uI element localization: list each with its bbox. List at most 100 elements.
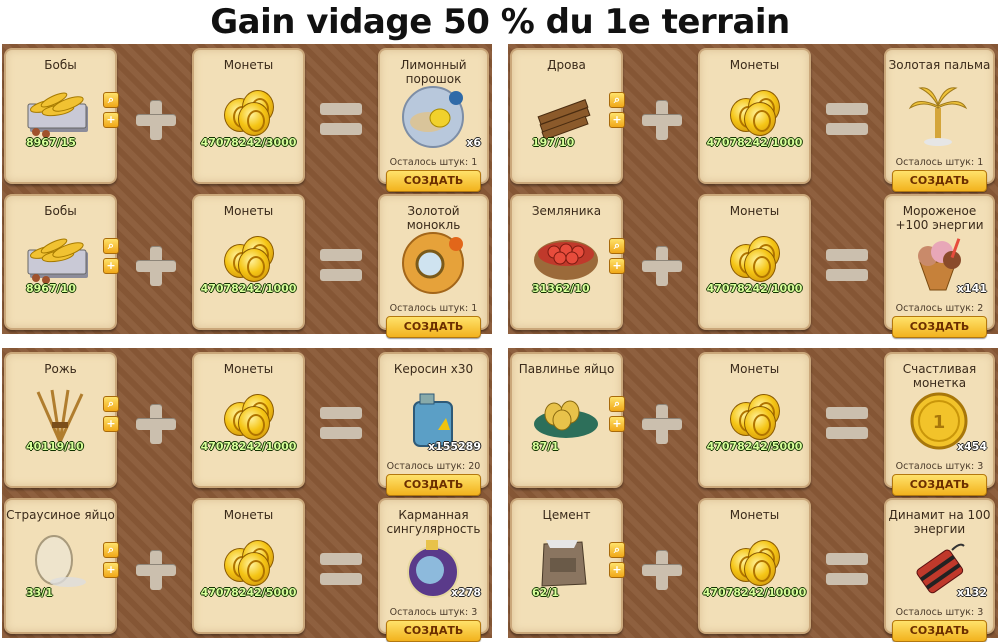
remaining-label: Осталось штук: 1 [389, 157, 478, 168]
remaining-label: Осталось штук: 2 [895, 303, 984, 314]
recipe-row: Цемент 62/1 ⌕ + Монеты 47078242/10000 Ди… [508, 498, 998, 642]
create-button[interactable]: СОЗДАТЬ [892, 316, 987, 338]
coins-count: 47078242/1000 [706, 282, 803, 295]
recipe-row: Рожь 40119/10 ⌕ + Монеты 47078242/1000 К… [2, 352, 492, 496]
search-icon[interactable]: ⌕ [609, 238, 625, 254]
equals-icon [320, 103, 362, 137]
coins-card: Монеты 47078242/1000 [698, 194, 811, 330]
recipe-panel: Бобы 8967/15 ⌕ + Монеты 47078242/3000 Ли… [2, 44, 492, 338]
ingredient-card[interactable]: Цемент 62/1 ⌕ + [510, 498, 625, 634]
ingredient-name: Дрова [547, 58, 586, 72]
result-card: Карманная сингулярность x278 Осталось шт… [378, 498, 489, 642]
plus-icon [640, 402, 684, 446]
result-card: Золотой монокль Осталось штук: 1 СОЗДАТЬ [378, 194, 489, 338]
result-qty: x132 [956, 586, 987, 599]
equals-icon [826, 553, 868, 587]
create-button[interactable]: СОЗДАТЬ [892, 170, 987, 192]
plus-icon [640, 548, 684, 592]
coins-count: 47078242/3000 [200, 136, 297, 149]
equals-icon [826, 407, 868, 441]
result-card: Лимонный порошок x6 Осталось штук: 1 СОЗ… [378, 48, 489, 192]
create-button[interactable]: СОЗДАТЬ [386, 316, 481, 338]
equals-icon [826, 249, 868, 283]
ingredient-card[interactable]: Страусиное яйцо 33/1 ⌕ + [4, 498, 119, 634]
remaining-label: Осталось штук: 3 [895, 607, 984, 618]
coins-card: Монеты 47078242/10000 [698, 498, 811, 634]
result-name: Карманная сингулярность [386, 508, 481, 536]
search-icon[interactable]: ⌕ [609, 92, 625, 108]
coins-card: Монеты 47078242/5000 [698, 352, 811, 488]
ostrich-egg-icon [35, 535, 86, 587]
result-qty: x454 [956, 440, 987, 453]
result-card: Золотая пальма Осталось штук: 1 СОЗДАТЬ [884, 48, 995, 192]
add-icon[interactable]: + [103, 416, 119, 432]
ingredient-card[interactable]: Дрова 197/10 ⌕ + [510, 48, 625, 184]
result-card: Счастливая монетка 1 x454 Осталось штук:… [884, 352, 995, 496]
ingredient-count: 31362/10 [532, 282, 590, 295]
coins-count: 47078242/5000 [200, 586, 297, 599]
rye-icon [36, 389, 84, 443]
add-icon[interactable]: + [609, 416, 625, 432]
ingredient-count: 87/1 [532, 440, 559, 453]
coins-card: Монеты 47078242/1000 [192, 352, 305, 488]
result-name: Керосин x30 [393, 362, 474, 376]
ingredient-count: 40119/10 [26, 440, 84, 453]
create-button[interactable]: СОЗДАТЬ [386, 170, 481, 192]
ingredient-card[interactable]: Бобы 8967/15 ⌕ + [4, 48, 119, 184]
ingredient-name: Земляника [531, 204, 602, 218]
add-icon[interactable]: + [103, 112, 119, 128]
coins-name: Монеты [729, 508, 780, 522]
search-icon[interactable]: ⌕ [103, 396, 119, 412]
coins-name: Монеты [729, 362, 780, 376]
coins-icon [730, 90, 780, 136]
ingredient-card[interactable]: Рожь 40119/10 ⌕ + [4, 352, 119, 488]
ingredient-count: 62/1 [532, 586, 559, 599]
add-icon[interactable]: + [103, 562, 119, 578]
recipe-panel: Рожь 40119/10 ⌕ + Монеты 47078242/1000 К… [2, 348, 492, 642]
remaining-label: Осталось штук: 3 [389, 607, 478, 618]
cement-bag-icon [541, 540, 587, 587]
coins-icon [224, 236, 274, 282]
add-icon[interactable]: + [609, 112, 625, 128]
plus-icon [640, 244, 684, 288]
ingredient-card[interactable]: Павлинье яйцо 87/1 ⌕ + [510, 352, 625, 488]
recipe-panel: Дрова 197/10 ⌕ + Монеты 47078242/1000 Зо… [508, 44, 998, 338]
result-qty: x278 [450, 586, 481, 599]
result-name: Золотая пальма [888, 58, 991, 72]
ingredient-name: Рожь [44, 362, 77, 376]
plus-icon [134, 244, 178, 288]
coins-icon [730, 236, 780, 282]
coins-name: Монеты [223, 508, 274, 522]
result-qty: x155289 [427, 440, 481, 453]
ingredient-card[interactable]: Земляника 31362/10 ⌕ + [510, 194, 625, 330]
search-icon[interactable]: ⌕ [103, 92, 119, 108]
search-icon[interactable]: ⌕ [609, 542, 625, 558]
svg-text:1: 1 [933, 412, 946, 433]
result-card: Мороженое +100 энергии x141 Осталось шту… [884, 194, 995, 338]
search-icon[interactable]: ⌕ [103, 542, 119, 558]
coins-card: Монеты 47078242/1000 [192, 194, 305, 330]
add-icon[interactable]: + [609, 562, 625, 578]
coins-card: Монеты 47078242/5000 [192, 498, 305, 634]
ingredient-count: 197/10 [532, 136, 575, 149]
ingredient-count: 33/1 [26, 586, 53, 599]
beans-icon [27, 92, 88, 138]
coins-count: 47078242/1000 [200, 440, 297, 453]
result-name: Золотой монокль [406, 204, 461, 232]
coins-count: 47078242/1000 [200, 282, 297, 295]
coins-icon [224, 90, 274, 136]
create-button[interactable]: СОЗДАТЬ [892, 474, 987, 496]
ingredient-name: Страусиное яйцо [6, 508, 115, 522]
add-icon[interactable]: + [609, 258, 625, 274]
search-icon[interactable]: ⌕ [103, 238, 119, 254]
coins-card: Монеты 47078242/3000 [192, 48, 305, 184]
recipe-panel: Павлинье яйцо 87/1 ⌕ + Монеты 47078242/5… [508, 348, 998, 642]
recipe-row: Страусиное яйцо 33/1 ⌕ + Монеты 47078242… [2, 498, 492, 642]
ingredient-card[interactable]: Бобы 8967/10 ⌕ + [4, 194, 119, 330]
create-button[interactable]: СОЗДАТЬ [386, 474, 481, 496]
search-icon[interactable]: ⌕ [609, 396, 625, 412]
equals-icon [320, 407, 362, 441]
page-title: Gain vidage 50 % du 1e terrain [210, 2, 790, 42]
recipe-row: Земляника 31362/10 ⌕ + Монеты 47078242/1… [508, 194, 998, 338]
add-icon[interactable]: + [103, 258, 119, 274]
